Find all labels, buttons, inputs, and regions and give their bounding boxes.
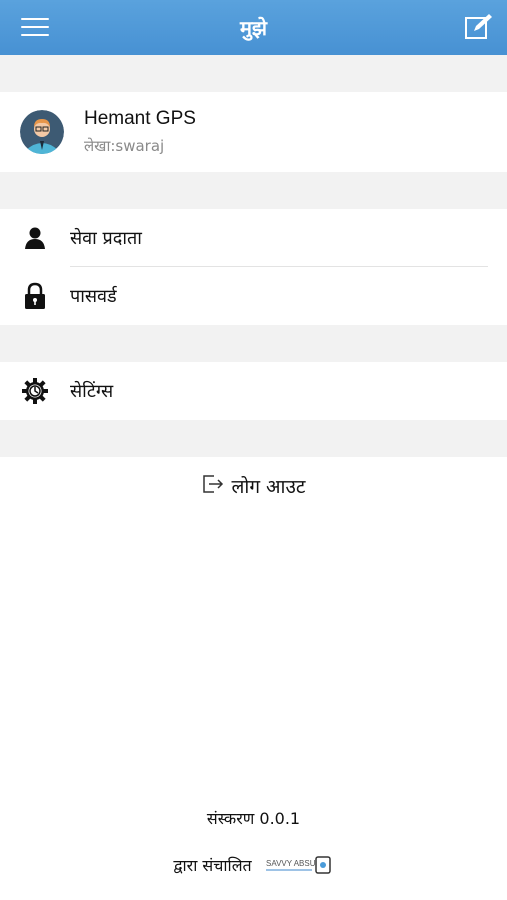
menu-item-label: सेवा प्रदाता <box>70 228 142 249</box>
menu-item-service-provider[interactable]: सेवा प्रदाता <box>0 209 507 267</box>
app-version: संस्करण 0.0.1 <box>206 809 301 828</box>
powered-by-label: द्वारा संचालित <box>173 856 252 875</box>
menu-item-label: पासवर्ड <box>70 286 117 307</box>
edit-icon[interactable] <box>464 12 494 42</box>
profile-card[interactable]: Hemant GPS लेखा:swaraj <box>0 92 507 172</box>
profile-account: लेखा:swaraj <box>84 137 165 155</box>
logout-icon <box>202 474 224 498</box>
powered-by: द्वारा संचालित SAVVY ABSU <box>0 853 507 877</box>
menu-item-label: सेटिंग्स <box>70 381 114 402</box>
section-gap <box>0 325 507 362</box>
gear-icon <box>22 378 48 404</box>
account-menu: सेवा प्रदाता पासवर्ड <box>0 209 507 325</box>
hamburger-menu-icon[interactable] <box>21 18 49 38</box>
app-header: मुझे <box>0 0 507 55</box>
section-gap <box>0 55 507 92</box>
logout-button[interactable]: लोग आउट <box>0 457 507 515</box>
profile-name: Hemant GPS <box>84 108 196 129</box>
page-title: मुझे <box>239 16 268 40</box>
user-avatar-icon <box>20 110 64 154</box>
settings-section: सेटिंग्स <box>0 362 507 420</box>
section-gap <box>0 172 507 209</box>
savvy-absu-logo: SAVVY ABSU <box>265 853 334 877</box>
menu-item-password[interactable]: पासवर्ड <box>0 267 507 325</box>
menu-item-settings[interactable]: सेटिंग्स <box>0 362 507 420</box>
logout-label: लोग आउट <box>231 476 306 498</box>
lock-icon <box>22 282 48 309</box>
person-icon <box>22 225 48 251</box>
section-gap <box>0 420 507 457</box>
svg-text:SAVVY ABSU: SAVVY ABSU <box>266 859 316 868</box>
